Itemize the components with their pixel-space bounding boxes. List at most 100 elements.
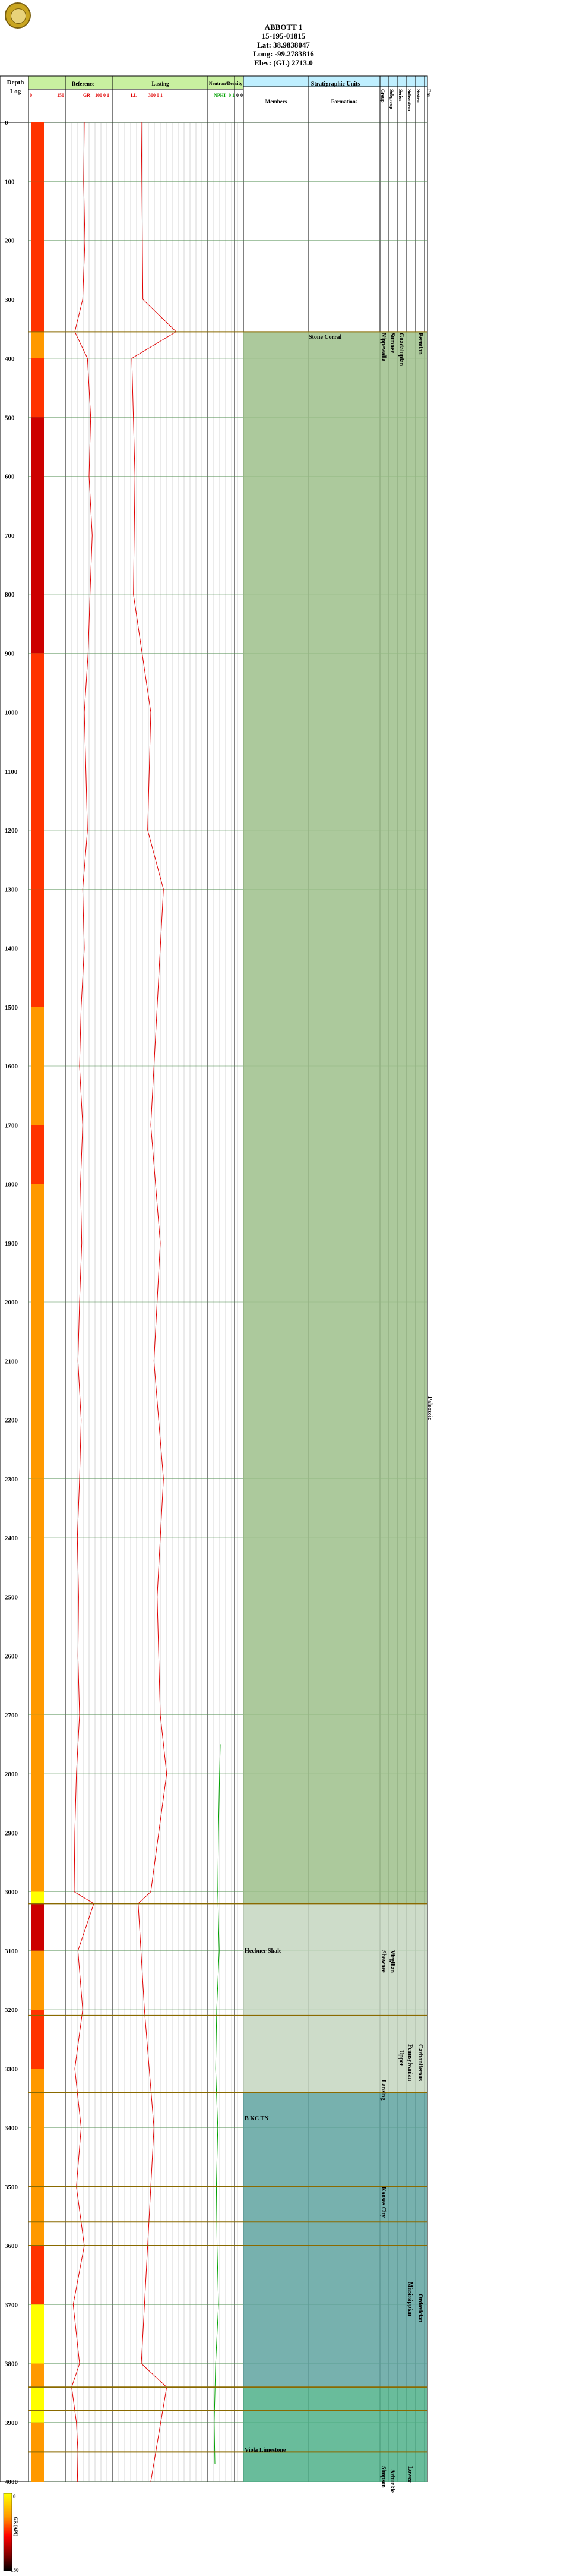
label-lansing: Lansing: [380, 2080, 387, 2101]
colorized-gr-band: [31, 830, 44, 890]
label-mississippian: Mississippian: [407, 2282, 413, 2316]
colorized-gr-band: [31, 1243, 44, 1302]
label-lower: Lower: [407, 2466, 413, 2483]
depth-tick-label: 200: [5, 238, 15, 245]
label-nippewalla: Nippewalla: [380, 333, 387, 362]
colorized-gr-band: [31, 332, 44, 358]
colorized-gr-band: [31, 2010, 44, 2069]
depth-tick-label: 800: [5, 591, 15, 598]
depth-tick-label: 1000: [5, 710, 18, 717]
depth-tick-label: 1200: [5, 827, 18, 834]
colorized-gr-band: [31, 1833, 44, 1892]
series-header: Series: [398, 89, 403, 102]
colorized-gr-band: [31, 1125, 44, 1184]
longitude: Long: -99.2783816: [253, 49, 314, 58]
depth-tick-label: 500: [5, 414, 15, 421]
depth-tick-label: 1600: [5, 1063, 18, 1070]
log-header: Log: [9, 88, 21, 95]
legend-min: 0: [13, 2493, 16, 2499]
colorized-gr-band: [31, 1302, 44, 1361]
depth-tick-label: 3900: [5, 2420, 18, 2427]
colorized-gr-band: [31, 771, 44, 830]
depth-tick-label: 1100: [5, 768, 18, 775]
depth-tick-label: 1300: [5, 886, 18, 893]
depth-tick-label: 3500: [5, 2184, 18, 2191]
label-viola: Viola Limestone: [245, 2447, 286, 2454]
colorized-gr-band: [31, 476, 44, 535]
colorized-gr-band: [31, 1714, 44, 1774]
latitude: Lat: 38.9838047: [257, 40, 310, 49]
legend-title: GR (API): [13, 2517, 18, 2537]
label-heebner: Heebner Shale: [245, 1948, 282, 1954]
colorized-gr-band: [31, 2304, 44, 2364]
system-header: System: [416, 89, 421, 104]
colorized-gr-band: [31, 1361, 44, 1420]
gr-scale-right: 150: [57, 93, 64, 98]
last-curve-label: LL: [131, 93, 137, 98]
depth-tick-label: 3600: [5, 2243, 18, 2250]
depth-tick-label: 2800: [5, 1771, 18, 1778]
strat-unit-fill: [243, 332, 427, 1904]
colorized-gr-band: [31, 2127, 44, 2187]
ref-curve-label: GR: [83, 93, 90, 98]
reference-header: Reference: [71, 81, 95, 87]
label-pennsylvanian: Pennsylvanian: [407, 2044, 413, 2082]
colorized-gr-band: [31, 2186, 44, 2246]
colorized-gr-band: [31, 2387, 44, 2423]
por-scale-left: 0: [236, 93, 239, 98]
colorized-gr-band: [31, 299, 44, 332]
gr-scale-left: 0: [30, 93, 32, 98]
colorized-gr-band: [31, 653, 44, 712]
depth-tick-label: 4000: [5, 2479, 18, 2486]
colorized-gr-band: [31, 1903, 44, 1951]
strat-unit-fill: [243, 2092, 427, 2388]
depth-tick-label: 300: [5, 297, 15, 304]
label-paleozoic: Paleozoic: [426, 1396, 433, 1420]
depth-tick-label: 0: [5, 119, 8, 127]
depth-tick-label: 1800: [5, 1181, 18, 1188]
colorized-gr-band: [31, 1597, 44, 1656]
depth-tick-label: 700: [5, 532, 15, 540]
label-shawnee: Shawnee: [380, 1950, 387, 1973]
depth-tick-label: 1700: [5, 1122, 18, 1129]
depth-tick-label: 2600: [5, 1653, 18, 1660]
colorized-gr-band: [31, 712, 44, 771]
depth-tick-label: 2100: [5, 1358, 18, 1365]
members-header: Members: [265, 99, 287, 105]
label-virgilian: Virgilian: [389, 1950, 395, 1973]
label-bkctn: B KC TN: [245, 2115, 269, 2122]
label-guadalupian: Guadalupian: [398, 333, 404, 367]
depth-tick-label: 1500: [5, 1004, 18, 1011]
colorized-gr-band: [31, 2422, 44, 2452]
depth-tick-label: 3200: [5, 2007, 18, 2014]
colorized-gr-band: [31, 2363, 44, 2388]
depth-tick-label: 100: [5, 178, 15, 185]
colorized-gr-band: [31, 594, 44, 654]
colorized-gr-band: [31, 417, 44, 477]
depth-tick-label: 2300: [5, 1476, 18, 1483]
curve-nphi: [214, 1744, 221, 2464]
depth-tick-label: 3400: [5, 2125, 18, 2132]
subsystem-header: Subsystem: [407, 89, 412, 111]
depth-tick-label: 600: [5, 474, 15, 481]
api-number: 15-195-01815: [261, 31, 306, 40]
depth-header: Depth: [7, 79, 24, 86]
formations-header: Formations: [331, 99, 358, 105]
label-arbuckle: Arbuckle: [389, 2469, 395, 2493]
label-ordovician: Ordovician: [417, 2294, 423, 2323]
elevation: Elev: (GL) 2713.0: [254, 58, 313, 67]
depth-tick-label: 3800: [5, 2361, 18, 2368]
label-kansas-city: Kansas City: [380, 2187, 387, 2218]
depth-tick-label: 1900: [5, 1240, 18, 1247]
depth-tick-label: 2500: [5, 1594, 18, 1601]
colorized-gr-band: [31, 122, 44, 182]
gr-legend-bar: [3, 2493, 12, 2571]
strat-unit-fill: [243, 2387, 427, 2482]
subgroup-header: Subgroup: [389, 89, 394, 109]
colorized-gr-band: [31, 1184, 44, 1243]
nd-scale-label: 0 1: [229, 93, 235, 98]
depth-tick-label: 3700: [5, 2301, 18, 2309]
colorized-gr-band: [31, 2069, 44, 2128]
colorized-gr-band: [31, 535, 44, 594]
colorized-gr-band: [31, 1656, 44, 1715]
